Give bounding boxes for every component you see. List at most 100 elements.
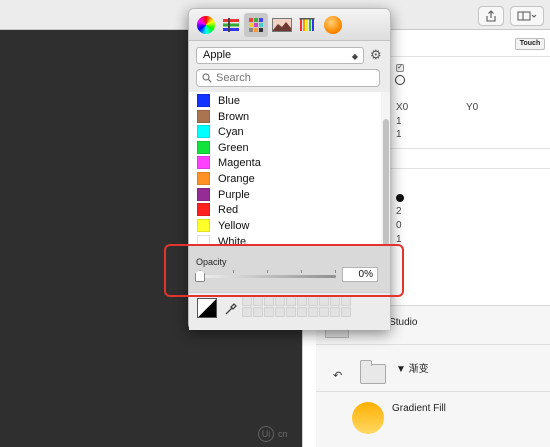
layer-divider (316, 391, 550, 392)
saved-swatch[interactable] (297, 296, 307, 306)
layer-divider (316, 344, 550, 345)
list-item[interactable]: Yellow (197, 218, 249, 233)
saved-swatch[interactable] (242, 307, 252, 317)
scrollbar-thumb[interactable] (383, 119, 389, 247)
saved-swatch[interactable] (253, 296, 263, 306)
list-item[interactable]: Brown (197, 109, 249, 124)
image-palette-icon (272, 18, 292, 32)
color-name: Purple (218, 188, 250, 201)
inspector-divider (380, 56, 550, 57)
y-label: Y0 (466, 102, 479, 113)
current-color-swatch[interactable] (197, 298, 217, 318)
sliders-icon (223, 18, 239, 32)
share-icon (486, 10, 496, 22)
x-label: X0 (396, 102, 409, 113)
tab-palettes[interactable] (244, 13, 268, 37)
share-button[interactable] (478, 6, 504, 26)
inspector-divider (380, 168, 550, 169)
color-swatch (197, 110, 210, 123)
saved-swatch[interactable] (275, 307, 285, 317)
list-item[interactable]: Purple (197, 187, 250, 202)
inspector-divider (380, 148, 550, 149)
touch-button[interactable]: Touch (515, 38, 545, 50)
color-swatch (197, 203, 210, 216)
color-swatch (197, 125, 210, 138)
layer-item-label[interactable]: ▼ 渐变 (396, 360, 429, 375)
tab-image-palette[interactable] (270, 13, 294, 37)
tab-pencils[interactable] (296, 13, 320, 37)
palette-select[interactable]: Apple ◆ (196, 47, 364, 64)
gradient-fill-thumbnail[interactable] (352, 402, 384, 434)
enabled-checkbox[interactable]: ✓ (396, 64, 404, 72)
saved-swatch[interactable] (253, 307, 263, 317)
color-swatch (197, 172, 210, 185)
saved-swatch[interactable] (308, 307, 318, 317)
return-arrow-icon[interactable]: ↶ (333, 369, 342, 382)
search-field[interactable] (196, 69, 380, 87)
radio-option-selected[interactable] (396, 194, 404, 202)
color-swatch (197, 188, 210, 201)
chevron-updown-icon: ◆ (351, 52, 358, 61)
inspector-value[interactable]: 0 (396, 220, 402, 231)
search-input[interactable] (216, 71, 376, 85)
color-list: Blue Brown Cyan Green Magenta Orange Pur… (189, 92, 381, 245)
color-name: Blue (218, 94, 241, 107)
inspector-value[interactable]: 1 (396, 129, 402, 140)
saved-swatch[interactable] (286, 307, 296, 317)
saved-swatches-grid[interactable] (242, 296, 351, 317)
saved-swatch[interactable] (330, 307, 340, 317)
list-item[interactable]: Green (197, 140, 249, 155)
radio-option-empty[interactable] (395, 75, 405, 85)
saved-swatch[interactable] (264, 296, 274, 306)
color-name: Red (218, 203, 239, 216)
color-name: Cyan (218, 125, 244, 138)
layout-icon (517, 11, 537, 21)
pencils-icon (299, 18, 315, 31)
tab-sliders[interactable] (219, 13, 243, 37)
highlight-annotation (164, 244, 404, 297)
saved-swatch[interactable] (330, 296, 340, 306)
saved-swatch[interactable] (297, 307, 307, 317)
search-icon (202, 73, 212, 83)
layer-item-label[interactable]: Gradient Fill (392, 403, 446, 414)
saved-swatch[interactable] (319, 307, 329, 317)
view-mode-button[interactable] (510, 6, 544, 26)
saved-swatch[interactable] (275, 296, 285, 306)
list-item[interactable]: Magenta (197, 155, 261, 170)
palettes-icon (249, 18, 263, 32)
picker-mode-tabs (189, 9, 390, 41)
saved-swatch[interactable] (286, 296, 296, 306)
saved-swatch[interactable] (242, 296, 252, 306)
watermark: Ui cn (258, 426, 288, 442)
color-swatch (197, 156, 210, 169)
list-item[interactable]: Cyan (197, 124, 244, 139)
color-swatch (197, 219, 210, 232)
saved-swatch[interactable] (264, 307, 274, 317)
inspector-value[interactable]: 2 (396, 206, 402, 217)
tab-color-wheel[interactable] (194, 13, 218, 37)
color-name: Magenta (218, 156, 261, 169)
color-swatch (197, 94, 210, 107)
saved-swatch[interactable] (319, 296, 329, 306)
saved-swatch[interactable] (341, 296, 351, 306)
watermark-logo: Ui (258, 426, 274, 442)
saved-swatch[interactable] (308, 296, 318, 306)
eyedropper-icon[interactable] (224, 302, 238, 316)
crayons-icon (324, 16, 342, 34)
color-name: Green (218, 141, 249, 154)
color-name: Orange (218, 172, 255, 185)
inspector-value[interactable]: 1 (396, 116, 402, 127)
color-wheel-icon (197, 16, 215, 34)
list-item[interactable]: Red (197, 202, 238, 217)
palette-select-value: Apple (203, 49, 232, 61)
list-item[interactable]: Orange (197, 171, 255, 186)
color-name: Yellow (218, 219, 250, 232)
folder-icon[interactable] (360, 360, 386, 384)
gear-icon[interactable]: ⚙ (370, 47, 382, 63)
color-name: Brown (218, 110, 250, 123)
watermark-text: cn (278, 429, 288, 439)
saved-swatch[interactable] (341, 307, 351, 317)
color-swatch (197, 141, 210, 154)
tab-crayons[interactable] (321, 13, 345, 37)
list-item[interactable]: Blue (197, 93, 240, 108)
